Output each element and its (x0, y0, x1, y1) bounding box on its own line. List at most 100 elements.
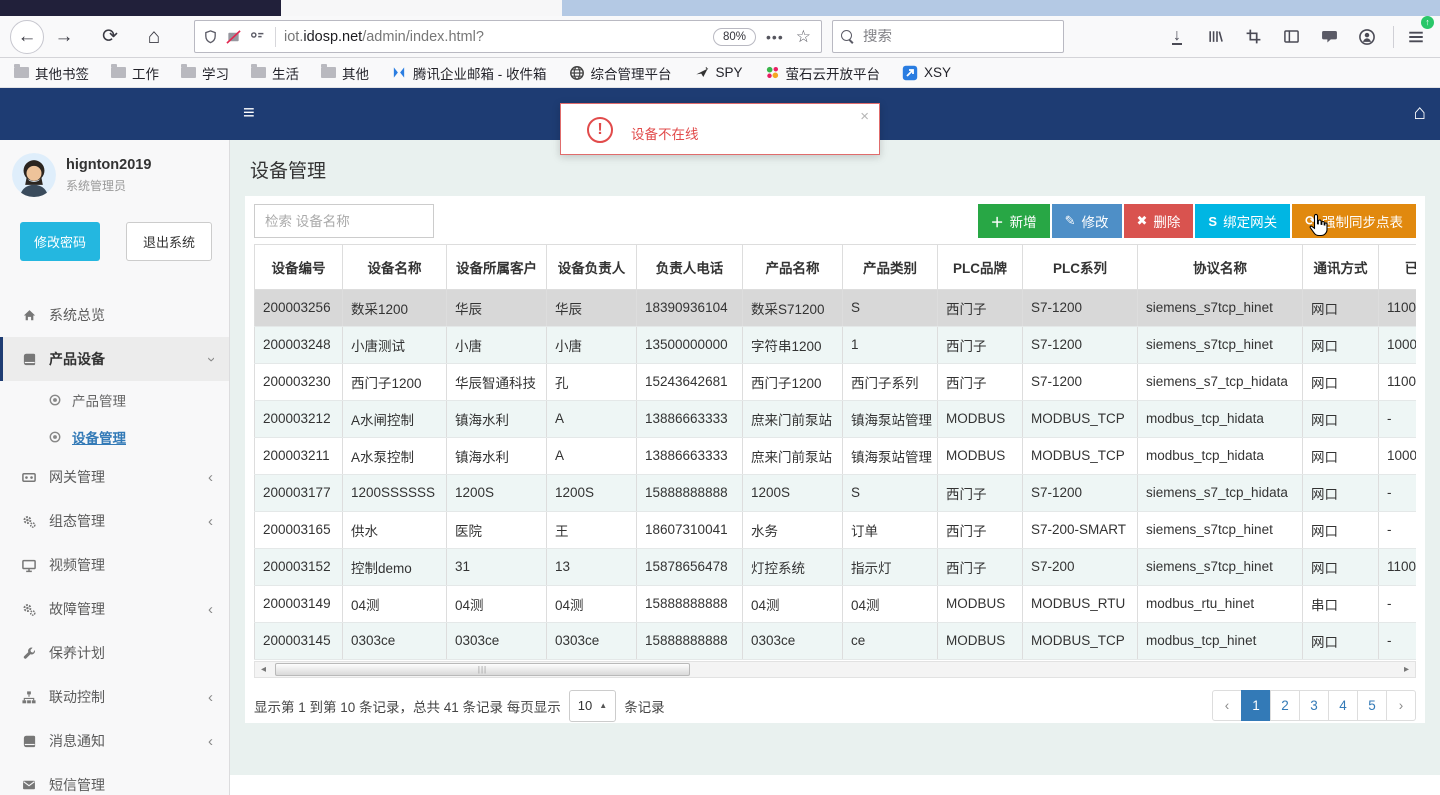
column-header[interactable]: 产品类别 (842, 245, 938, 290)
screenshot-icon[interactable] (1237, 22, 1269, 52)
logout-button[interactable]: 退出系统 (126, 222, 213, 261)
page-1[interactable]: 1 (1241, 690, 1271, 721)
column-header[interactable]: 设备名称 (342, 245, 447, 290)
bookmark-star-icon[interactable]: ☆ (796, 27, 811, 47)
table-row[interactable]: 200003145 0303ce 0303ce 0303ce 15888888888 03… (254, 621, 1416, 660)
horizontal-scrollbar[interactable]: ◂ ||| ▸ (254, 660, 1416, 678)
bookmark-item[interactable]: 学习 (181, 63, 229, 83)
url-domain: idosp.net (303, 28, 363, 45)
sidebar-subitem[interactable]: 设备管理 (0, 418, 229, 455)
page-next[interactable]: › (1386, 690, 1416, 721)
table-row[interactable]: 200003248 小唐测试 小唐 小唐 13500000000 字符串1200 1 西门子 S… (254, 325, 1416, 364)
column-header[interactable]: 通讯方式 (1302, 245, 1379, 290)
table-row[interactable]: 200003211 A水泵控制 镇海水利 A 13886663333 庶来门前泵站 镇海泵站… (254, 436, 1416, 475)
column-header[interactable]: 已绑定网关 (1378, 245, 1416, 290)
page-2[interactable]: 2 (1270, 690, 1300, 721)
sidebar-menu-entry: 网关管理 ‹ (0, 455, 229, 499)
navbar-home-icon[interactable]: ⌂ (1413, 101, 1426, 125)
home-button[interactable]: ⌂ (138, 21, 170, 53)
column-header[interactable]: PLC品牌 (937, 245, 1023, 290)
sidebar-item-2[interactable]: 产品设备 ‹ (0, 337, 229, 381)
table-cell: MODBUS (937, 584, 1023, 623)
sidebar-item-8[interactable]: 联动控制 ‹ (0, 675, 229, 719)
table-cell: siemens_s7tcp_hinet (1137, 547, 1303, 586)
column-header[interactable]: 负责人电话 (636, 245, 743, 290)
table-row[interactable]: 200003152 控制demo 31 13 15878656478 灯控系统 指示灯 西门子… (254, 547, 1416, 586)
reload-button[interactable]: ⟳ (94, 21, 126, 53)
page-prev[interactable]: ‹ (1212, 690, 1242, 721)
table-row[interactable]: 200003177 1200SSSSSS 1200S 1200S 15888888888… (254, 473, 1416, 512)
sidebar-collapse-icon[interactable]: ≡ (243, 102, 255, 125)
column-header[interactable]: 设备所属客户 (446, 245, 547, 290)
sidebar-item-10[interactable]: 短信管理 (0, 763, 229, 795)
action-button-label: 强制同步点表 (1322, 215, 1403, 230)
content-blocked-icon[interactable] (226, 29, 241, 45)
url-text[interactable]: iot.idosp.net/admin/index.html? (284, 29, 713, 45)
table-row[interactable]: 200003149 04测 04测 04测 15888888888 04测 04测 MODBU… (254, 584, 1416, 623)
bookmark-item[interactable]: 萤石云开放平台 (765, 63, 880, 83)
action-button-新增[interactable]: ＋ 新增 (977, 204, 1050, 238)
bookmark-item[interactable]: 其他 (321, 63, 369, 83)
sitemap-icon (20, 690, 38, 705)
page-4[interactable]: 4 (1328, 690, 1358, 721)
bookmark-item[interactable]: XSY (902, 65, 951, 81)
table-row[interactable]: 200003212 A水闸控制 镇海水利 A 13886663333 庶来门前泵站 镇海泵站… (254, 399, 1416, 438)
device-table: 设备编号 设备名称 设备所属客户 设备负责人 负责人电话 产品名称 产品类别 PLC品牌 PLC… (254, 245, 1416, 660)
bookmark-label: 综合管理平台 (590, 66, 672, 82)
column-header[interactable]: PLC系列 (1022, 245, 1138, 290)
app-menu-icon[interactable]: ↑ (1400, 15, 1434, 52)
active-tab-strip[interactable] (0, 0, 281, 16)
url-bar[interactable]: iot.idosp.net/admin/index.html? 80% ••• … (194, 20, 822, 53)
sidebar-submenu: 产品管理 设备管理 (0, 381, 229, 455)
browser-search-bar[interactable] (832, 20, 1064, 53)
column-header[interactable]: 协议名称 (1137, 245, 1303, 290)
sidebar-item-3[interactable]: 网关管理 ‹ (0, 455, 229, 499)
scrollbar-thumb[interactable]: ||| (275, 662, 690, 676)
page-5[interactable]: 5 (1357, 690, 1387, 721)
action-button-修改[interactable]: ✎ 修改 (1051, 204, 1122, 238)
page-actions-icon[interactable]: ••• (766, 29, 784, 45)
bookmark-item[interactable]: 腾讯企业邮箱 - 收件箱 (391, 63, 547, 83)
sidebar-menu-entry: 产品设备 ‹ 产品管理 设备管理 (0, 337, 229, 455)
bookmark-item[interactable]: 综合管理平台 (569, 63, 672, 83)
action-button-绑定网关[interactable]: S 绑定网关 (1195, 204, 1291, 238)
sidebar-item-4[interactable]: 组态管理 ‹ (0, 499, 229, 543)
sidebar-toggle-icon[interactable] (1275, 22, 1307, 52)
action-button-删除[interactable]: ✖ 删除 (1123, 204, 1194, 238)
bookmark-item[interactable]: SPY (694, 65, 743, 80)
bookmark-item[interactable]: 生活 (251, 63, 299, 83)
table-row[interactable]: 200003256 数采1200 华辰 华辰 18390936104 数采S71200 S 西… (254, 288, 1416, 327)
bookmark-item[interactable]: 工作 (111, 63, 159, 83)
device-search-input[interactable] (254, 204, 434, 238)
account-icon[interactable] (1351, 22, 1383, 52)
browser-search-input[interactable] (863, 28, 1033, 45)
library-icon[interactable] (1199, 22, 1231, 52)
scroll-left-button[interactable]: ◂ (255, 661, 272, 677)
scroll-right-button[interactable]: ▸ (1398, 661, 1415, 677)
cogs-icon (20, 514, 38, 529)
column-header[interactable]: 产品名称 (742, 245, 843, 290)
sidebar-item-1[interactable]: 系统总览 (0, 293, 229, 337)
sidebar-item-9[interactable]: 消息通知 ‹ (0, 719, 229, 763)
table-row[interactable]: 200003165 供水 医院王 18607310041 水务 订单 西门子 S7-200-S… (254, 510, 1416, 549)
pocket-icon[interactable] (1313, 22, 1345, 52)
alert-close-icon[interactable]: × (860, 108, 869, 125)
bookmark-item[interactable]: 其他书签 (14, 63, 89, 83)
permissions-icon[interactable] (249, 29, 265, 45)
zoom-level-badge[interactable]: 80% (713, 27, 757, 46)
shield-icon[interactable] (203, 29, 218, 45)
page-3[interactable]: 3 (1299, 690, 1329, 721)
back-button[interactable]: ← (10, 19, 44, 54)
forward-button[interactable]: → (48, 21, 80, 53)
table-cell: 13886663333 (636, 399, 743, 438)
column-header[interactable]: 设备负责人 (546, 245, 637, 290)
sidebar-subitem[interactable]: 产品管理 (0, 381, 229, 418)
per-page-select[interactable]: 10 ▲ (568, 689, 617, 722)
sidebar-item-5[interactable]: 视频管理 (0, 543, 229, 587)
download-icon[interactable]: ↓ (1161, 22, 1193, 52)
change-password-button[interactable]: 修改密码 (20, 222, 101, 261)
sidebar-item-6[interactable]: 故障管理 ‹ (0, 587, 229, 631)
sidebar-item-7[interactable]: 保养计划 (0, 631, 229, 675)
table-row[interactable]: 200003230 西门子1200 华辰智通科技孔 15243642681 西门子120… (254, 362, 1416, 401)
column-header[interactable]: 设备编号 (254, 245, 343, 290)
